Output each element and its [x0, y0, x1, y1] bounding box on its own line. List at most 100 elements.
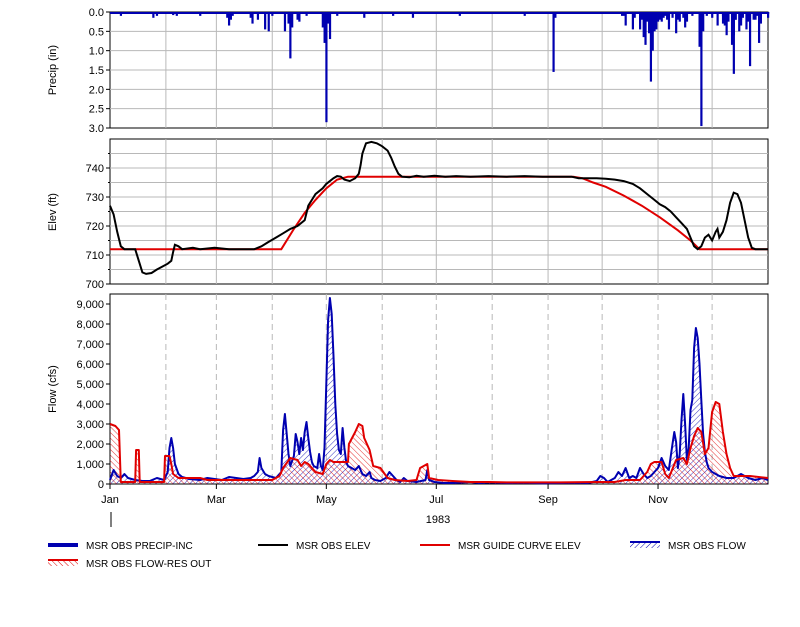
precip-bar: [716, 12, 719, 26]
x-tick-label: Jul: [429, 494, 443, 506]
precip-bar: [747, 12, 750, 22]
legend-item: MSR OBS PRECIP-INC: [48, 541, 193, 552]
precip-bar: [723, 12, 726, 26]
precip-panel: 0.0 0.5 1.0 1.5 2.0 2.5 3.0 Precip (in): [47, 7, 770, 135]
precip-bar: [231, 12, 234, 16]
precip-bar: [516, 12, 519, 14]
precip-bar: [767, 12, 770, 14]
precip-bar: [667, 12, 671, 30]
precip-bar: [705, 12, 708, 16]
precip-bar: [653, 12, 656, 32]
precip-bar: [763, 12, 766, 14]
elev-y-axis-label: Elev (ft): [47, 193, 59, 231]
elev-y-tick-label: 700: [86, 279, 104, 291]
precip-bar: [437, 12, 440, 14]
precip-bar: [455, 12, 458, 14]
precip-bar: [624, 12, 627, 26]
precip-bar: [741, 12, 744, 18]
x-tick-label: Jan: [101, 494, 119, 506]
legend-item: MSR OBS FLOW: [630, 541, 746, 552]
precip-bar: [411, 12, 415, 18]
precip-bar: [574, 12, 577, 14]
precip-bar: [694, 12, 698, 14]
precip-bar: [305, 12, 308, 16]
legend-item: MSR OBS ELEV: [258, 541, 371, 552]
legend: MSR OBS PRECIP-INC MSR OBS ELEV MSR GUIDE …: [48, 541, 746, 570]
precip-bar: [469, 12, 472, 14]
precip-y-tick-label: 1.0: [89, 46, 104, 58]
flow-plot-frame: [109, 293, 769, 485]
precip-bar: [264, 12, 267, 30]
precip-bar: [325, 12, 328, 123]
x-tick-label: Mar: [207, 494, 226, 506]
x-tick-label: May: [316, 494, 337, 506]
elev-y-tick-label: 730: [86, 192, 104, 204]
flow-panel: 0 1,000 2,000 3,000 4,000 5,000 6,000 7,000 8,00…: [47, 293, 769, 491]
precip-bar: [604, 12, 607, 14]
precip-bar: [172, 12, 175, 16]
precip-bar: [152, 12, 155, 18]
precip-bar: [727, 12, 730, 22]
flow-y-tick-label: 8,000: [76, 319, 104, 331]
hydrograph-figure: 0.0 0.5 1.0 1.5 2.0 2.5 3.0 Precip (in) 700 710…: [47, 7, 770, 570]
precip-bar: [256, 12, 260, 20]
precip-bar: [336, 12, 339, 16]
precip-bar: [274, 12, 278, 14]
precip-bar: [283, 12, 287, 32]
precip-bar: [759, 12, 762, 18]
precip-y-axis-label: Precip (in): [47, 45, 59, 95]
precip-bar: [298, 12, 301, 22]
precip-y-tick-label: 1.5: [89, 65, 104, 77]
precip-bar: [734, 12, 737, 20]
elev-panel: 700 710 720 730 740 Elev (ft): [47, 138, 769, 291]
precip-bar: [738, 12, 741, 32]
precip-bar: [658, 12, 662, 16]
flow-y-tick-label: 0: [98, 479, 104, 491]
precip-bar: [593, 12, 597, 14]
precip-bar: [586, 12, 589, 14]
precip-bar: [291, 12, 294, 28]
precip-y-tick-label: 2.0: [89, 84, 104, 96]
x-axis-ticks: Jan Mar May Jul Sep Nov: [101, 484, 668, 506]
precip-bar: [620, 12, 624, 16]
legend-item: MSR OBS FLOW-RES OUT: [48, 559, 211, 570]
precip-bar: [523, 12, 526, 16]
elev-y-tick-label: 720: [86, 221, 104, 233]
precip-bar: [684, 12, 687, 28]
elev-y-tick-label: 710: [86, 250, 104, 262]
flow-y-tick-label: 7,000: [76, 339, 104, 351]
precip-bar: [458, 12, 461, 16]
legend-item: MSR GUIDE CURVE ELEV: [420, 541, 581, 552]
elev-y-tick-label: 740: [86, 163, 104, 175]
precip-bar: [556, 12, 559, 14]
flow-y-tick-label: 4,000: [76, 399, 104, 411]
precip-bar: [577, 12, 580, 14]
precip-bar: [386, 12, 389, 14]
precip-bar: [590, 12, 593, 14]
precip-y-tick-label: 0.0: [89, 7, 104, 19]
precip-bar: [132, 12, 135, 14]
precip-bar: [671, 12, 674, 18]
precip-bar: [640, 12, 644, 20]
precip-bar: [125, 12, 128, 14]
flow-y-tick-label: 5,000: [76, 379, 104, 391]
precip-bar: [534, 12, 537, 14]
precip-bar: [271, 12, 274, 16]
precip-bar: [756, 12, 759, 16]
precip-y-tick-label: 2.5: [89, 104, 104, 116]
precip-bar: [678, 12, 681, 22]
precip-bar: [631, 12, 634, 30]
precip-bar: [175, 12, 178, 16]
precip-bar: [552, 12, 555, 72]
precip-bar: [565, 12, 568, 14]
flow-y-tick-label: 6,000: [76, 359, 104, 371]
flow-y-axis-label: Flow (cfs): [47, 365, 59, 413]
precip-bar: [392, 12, 395, 16]
legend-label: MSR GUIDE CURVE ELEV: [458, 541, 581, 552]
precip-bar: [155, 12, 159, 16]
precip-bar: [354, 12, 357, 14]
precip-bar: [328, 12, 332, 40]
precip-bar: [581, 12, 584, 14]
flow-y-tick-label: 3,000: [76, 419, 104, 431]
precip-bar: [702, 12, 705, 32]
